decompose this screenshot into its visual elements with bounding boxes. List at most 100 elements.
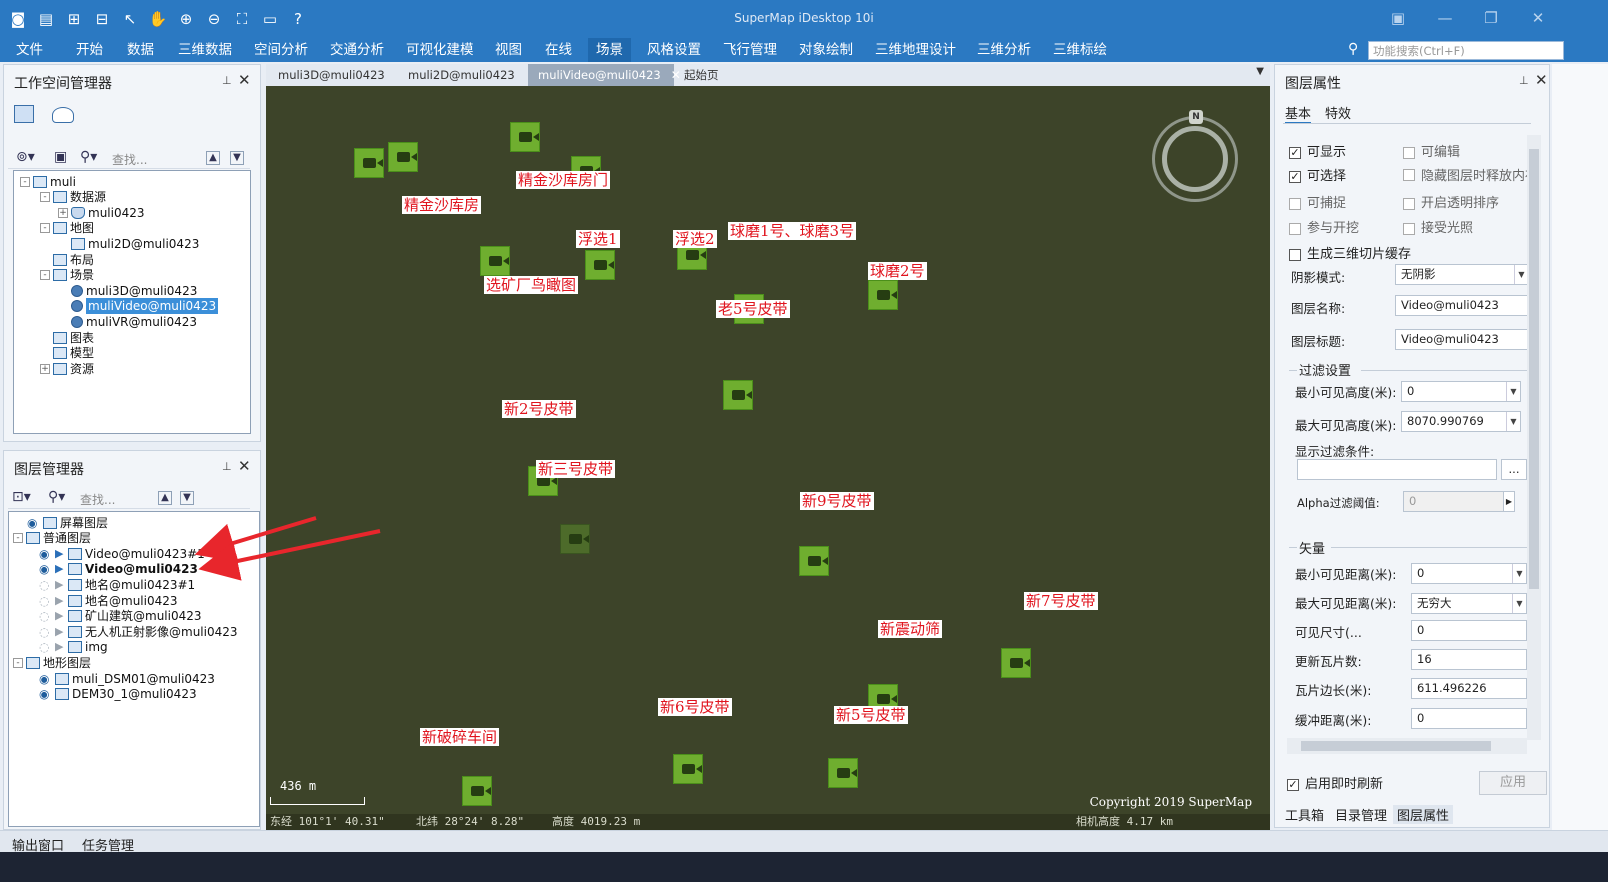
close-icon[interactable]: ✕ bbox=[238, 71, 251, 89]
tree-node[interactable]: muliVR@muli0423 bbox=[58, 313, 197, 329]
layer-item[interactable]: - 普通图层 bbox=[13, 530, 91, 546]
map-label[interactable]: 新6号皮带 bbox=[658, 698, 732, 716]
map-label[interactable]: 新5号皮带 bbox=[834, 706, 908, 724]
menu-flight-manage[interactable]: 飞行管理 bbox=[715, 38, 785, 62]
update-tiles-field[interactable]: 16 bbox=[1411, 649, 1527, 670]
workspace-search-input[interactable]: 查找... bbox=[112, 151, 147, 168]
tree-node[interactable]: 布局 bbox=[40, 251, 94, 267]
menu-view[interactable]: 视图 bbox=[487, 38, 530, 62]
filter-condition-field[interactable] bbox=[1297, 459, 1497, 480]
resource-view-icon[interactable] bbox=[52, 107, 74, 123]
map-label[interactable]: 新破碎车间 bbox=[420, 728, 500, 746]
map-label[interactable]: 新震动筛 bbox=[878, 620, 943, 638]
eye-icon[interactable]: ◉ bbox=[39, 546, 53, 562]
menu-file[interactable]: 文件 bbox=[8, 38, 51, 62]
tab-toolbox[interactable]: 工具箱 bbox=[1281, 805, 1328, 824]
tree-node[interactable]: - 地图 bbox=[40, 220, 94, 236]
eye-off-icon[interactable]: ◌ bbox=[39, 577, 53, 593]
move-down-icon[interactable]: ▼ bbox=[180, 491, 194, 505]
map-label[interactable]: 选矿厂鸟瞰图 bbox=[484, 276, 579, 294]
layer-item[interactable]: ◉ DEM30_1@muli0423 bbox=[39, 686, 197, 702]
scrollbar-thumb[interactable] bbox=[1529, 149, 1539, 589]
apply-button[interactable]: 应用 bbox=[1479, 771, 1547, 795]
eye-off-icon[interactable]: ◌ bbox=[39, 624, 53, 640]
collapse-icon[interactable]: - bbox=[40, 223, 50, 234]
tree-node[interactable]: muli3D@muli0423 bbox=[58, 282, 197, 298]
property-checkbox[interactable]: 接受光照 bbox=[1403, 217, 1473, 236]
restore-icon[interactable]: ▣ bbox=[1385, 9, 1411, 29]
video-camera-icon[interactable] bbox=[560, 524, 590, 554]
realtime-refresh-checkbox[interactable]: ✓ 启用即时刷新 bbox=[1287, 773, 1383, 792]
layer-item[interactable]: ◌ ▶ img bbox=[39, 639, 108, 655]
layer-item[interactable]: ◉ ▶ Video@muli0423#1 bbox=[39, 545, 205, 561]
scene-map-view[interactable]: N 精金沙库房 精金沙库房门 浮选1 浮选2 球磨1号、球磨3号 球磨2号 选矿厂鸟瞰图 老5… bbox=[266, 86, 1270, 830]
tree-node[interactable]: + 资源 bbox=[40, 360, 94, 376]
selectable-icon[interactable]: ▶ bbox=[55, 561, 65, 577]
property-checkbox[interactable]: 隐藏图层时释放内存 bbox=[1403, 165, 1538, 184]
video-camera-icon[interactable] bbox=[868, 280, 898, 310]
selectable-icon[interactable]: ▶ bbox=[55, 577, 65, 593]
tabs-dropdown-icon[interactable]: ▼ bbox=[1256, 66, 1264, 77]
eye-icon[interactable]: ◉ bbox=[39, 561, 53, 577]
menu-style-settings[interactable]: 风格设置 bbox=[639, 38, 709, 62]
collapse-icon[interactable]: - bbox=[13, 533, 23, 544]
search-icon[interactable]: ⚲▾ bbox=[80, 149, 97, 165]
collapse-icon[interactable]: - bbox=[40, 270, 50, 281]
collapse-icon[interactable]: - bbox=[13, 657, 23, 668]
selectable-icon[interactable]: ▶ bbox=[55, 593, 65, 609]
layer-item[interactable]: ◌ ▶ 地名@muli0423 bbox=[39, 592, 178, 608]
tab-muli3d[interactable]: muli3D@muli0423 bbox=[268, 64, 395, 86]
map-label[interactable]: 老5号皮带 bbox=[716, 300, 790, 318]
menu-3d-geodesign[interactable]: 三维地理设计 bbox=[867, 38, 964, 62]
video-camera-icon[interactable] bbox=[673, 754, 703, 784]
layer-caption-field[interactable]: Video@muli0423 bbox=[1395, 329, 1529, 350]
expand-icon[interactable]: + bbox=[40, 363, 50, 374]
filter-condition-button[interactable]: ... bbox=[1501, 459, 1527, 480]
properties-horizontal-scrollbar[interactable] bbox=[1287, 738, 1527, 754]
minimize-icon[interactable]: — bbox=[1432, 9, 1458, 29]
map-label[interactable]: 浮选1 bbox=[576, 230, 620, 248]
tree-node[interactable]: 模型 bbox=[40, 345, 94, 361]
map-label[interactable]: 新7号皮带 bbox=[1024, 592, 1098, 610]
eye-icon[interactable]: ◉ bbox=[39, 686, 53, 702]
map-label[interactable]: 球磨2号 bbox=[868, 262, 927, 280]
menu-traffic-analysis[interactable]: 交通分析 bbox=[322, 38, 392, 62]
eye-off-icon[interactable]: ◌ bbox=[39, 593, 53, 609]
buffer-distance-field[interactable]: 0 bbox=[1411, 708, 1527, 729]
pin-icon[interactable]: ⊥ bbox=[222, 460, 232, 473]
layer-item[interactable]: - 地形图层 bbox=[13, 654, 91, 670]
workspace-open-icon[interactable]: ⊚▾ bbox=[16, 149, 35, 165]
max-distance-field[interactable]: 无穷大 ▼ bbox=[1411, 593, 1527, 614]
pin-icon[interactable]: ⊥ bbox=[1519, 74, 1529, 87]
tree-node[interactable]: - 数据源 bbox=[40, 189, 106, 205]
property-checkbox[interactable]: 可编辑 bbox=[1403, 141, 1460, 160]
video-camera-icon[interactable] bbox=[462, 776, 492, 806]
maximize-icon[interactable]: ❐ bbox=[1478, 9, 1504, 29]
video-camera-icon[interactable] bbox=[354, 148, 384, 178]
tab-muli-video[interactable]: muliVideo@muli0423 ✕ bbox=[528, 64, 681, 86]
workspace-save-icon[interactable]: ▣ bbox=[54, 149, 67, 165]
menu-start[interactable]: 开始 bbox=[68, 38, 111, 62]
min-height-field[interactable]: 0 ▼ bbox=[1401, 381, 1521, 402]
search-icon[interactable]: ⚲▾ bbox=[48, 489, 65, 505]
property-checkbox[interactable]: ✓ 可显示 bbox=[1289, 141, 1346, 160]
min-distance-field[interactable]: 0 ▼ bbox=[1411, 563, 1527, 584]
collapse-icon[interactable]: - bbox=[20, 176, 30, 187]
video-camera-icon[interactable] bbox=[480, 246, 510, 276]
eye-icon[interactable]: ◉ bbox=[39, 671, 53, 687]
selectable-icon[interactable]: ▶ bbox=[55, 624, 65, 640]
map-label[interactable]: 新9号皮带 bbox=[800, 492, 874, 510]
layer-item[interactable]: ◉ ▶ Video@muli0423 bbox=[39, 561, 198, 577]
move-up-icon[interactable]: ▲ bbox=[158, 491, 172, 505]
close-icon[interactable]: ✕ bbox=[238, 457, 251, 475]
menu-object-draw[interactable]: 对象绘制 bbox=[791, 38, 861, 62]
chevron-right-icon[interactable]: ▶ bbox=[1503, 491, 1515, 512]
video-camera-icon[interactable] bbox=[799, 546, 829, 576]
collapse-icon[interactable]: - bbox=[40, 192, 50, 203]
video-camera-icon[interactable] bbox=[1001, 648, 1031, 678]
layer-item[interactable]: ◉ muli_DSM01@muli0423 bbox=[39, 670, 215, 686]
video-camera-icon[interactable] bbox=[388, 142, 418, 172]
menu-spatial-analysis[interactable]: 空间分析 bbox=[246, 38, 316, 62]
layer-item[interactable]: ◌ ▶ 地名@muli0423#1 bbox=[39, 576, 195, 592]
tab-basic[interactable]: 基本 bbox=[1285, 103, 1312, 124]
